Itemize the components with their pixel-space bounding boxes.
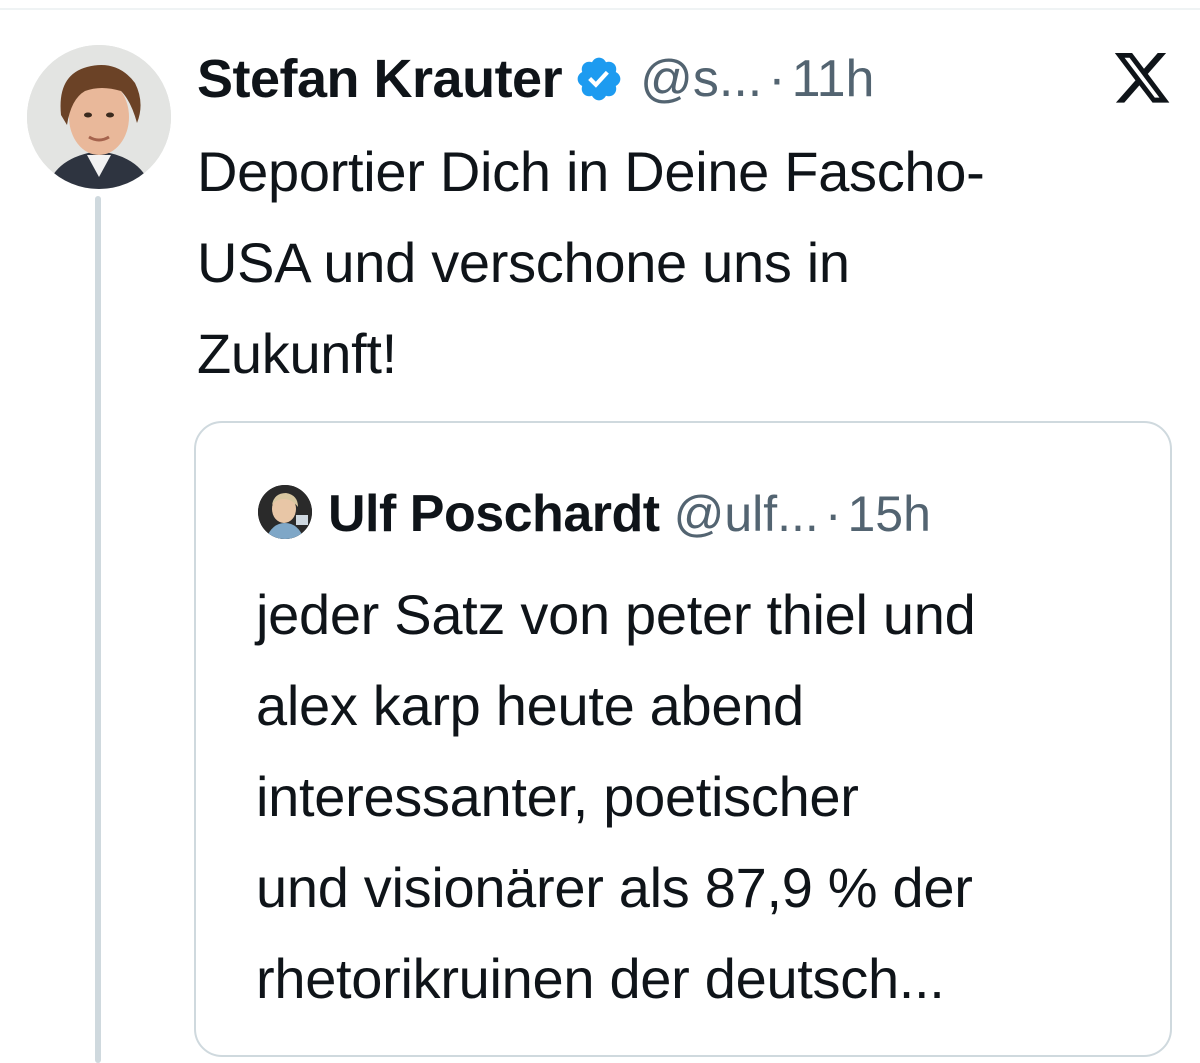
author-avatar[interactable] (27, 45, 171, 189)
thread-line (95, 196, 101, 1063)
tweet-time[interactable]: 11h (792, 49, 875, 109)
x-logo-icon (1114, 53, 1172, 105)
verified-badge-icon (574, 54, 624, 104)
quoted-tweet-time[interactable]: 15h (847, 485, 930, 543)
quoted-author-handle[interactable]: @ulf... (674, 485, 819, 543)
tweet-text-line: USA und verschone uns in (197, 231, 850, 294)
quoted-tweet-header: Ulf Poschardt @ulf... · 15h (256, 479, 931, 549)
quoted-author-name[interactable]: Ulf Poschardt (328, 484, 660, 544)
author-name[interactable]: Stefan Krauter (197, 48, 563, 110)
tweet-text: Deportier Dich in Deine Fascho- USA und … (197, 126, 1157, 399)
tweet-text-line: Zukunft! (197, 322, 397, 385)
quoted-tweet-text: jeder Satz von peter thiel und alex karp… (256, 569, 1156, 1024)
quoted-tweet-card[interactable]: Ulf Poschardt @ulf... · 15h jeder Satz v… (194, 421, 1172, 1057)
separator-dot: · (768, 50, 786, 108)
tweet-text-line: Deportier Dich in Deine Fascho- (197, 140, 985, 203)
top-divider (0, 8, 1200, 10)
tweet-header: Stefan Krauter @s... · 11h (197, 42, 874, 116)
quoted-text-line: rhetorikruinen der deutsch... (256, 947, 945, 1010)
quoted-text-line: und visionärer als 87,9 % der (256, 856, 973, 919)
quoted-text-line: jeder Satz von peter thiel und (256, 583, 976, 646)
author-handle[interactable]: @s... (640, 49, 762, 109)
quoted-text-line: alex karp heute abend (256, 674, 804, 737)
separator-dot: · (824, 486, 842, 542)
tweet-screenshot: Stefan Krauter @s... · 11h Deportier Dic… (0, 0, 1200, 1063)
quoted-text-line: interessanter, poetischer (256, 765, 859, 828)
